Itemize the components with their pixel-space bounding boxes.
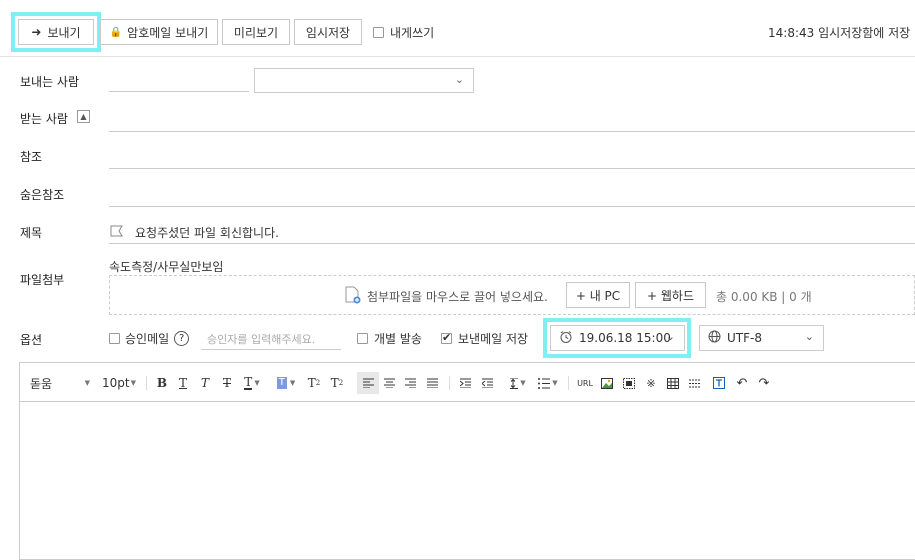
autosave-status: 14:8:43 임시저장함에 저장 [768,26,911,40]
outdent-icon[interactable] [479,374,495,392]
checkmark-icon: ✔ [442,331,452,344]
preview-button[interactable]: 미리보기 [222,19,290,45]
sender-label: 보내는 사람 [20,75,80,89]
align-center-icon[interactable] [381,374,397,392]
attach-drop-hint: 첨부파일을 마우스로 끌어 넣으세요. [367,290,548,304]
special-char-icon[interactable]: ※ [643,374,659,392]
recipient-input[interactable] [109,131,915,132]
individual-send-toggle[interactable]: 개별 발송 [357,330,422,347]
recipient-label: 받는 사람 [20,112,68,126]
strikethrough-icon[interactable]: T [219,374,235,392]
subject-label: 제목 [20,226,43,240]
chevron-up-icon: ▲ [80,112,87,121]
secure-send-button[interactable]: 🔒 암호메일 보내기 [100,19,218,45]
italic-icon[interactable]: T [197,374,213,392]
attach-pc-button[interactable]: + 내 PC [566,282,630,308]
toolbar-separator [146,376,147,390]
undo-icon[interactable]: ↶ [734,374,750,392]
individual-send-checkbox[interactable] [357,333,368,344]
subject-underline [109,243,915,244]
font-size-value: 10pt [102,376,130,390]
save-sent-checkbox[interactable]: ✔ [441,331,452,344]
approver-input[interactable]: 승인자를 입력해주세요. [201,327,341,350]
toolbar-divider [0,56,915,57]
horizontal-rule-icon[interactable] [687,374,703,392]
encoding-select[interactable]: UTF-8 ⌄ [699,325,824,351]
align-left-icon[interactable] [357,372,379,394]
bcc-input[interactable] [109,206,915,207]
save-sent-label: 보낸메일 저장 [458,332,529,346]
url-link-button[interactable]: URL [575,374,595,392]
indent-icon[interactable] [457,374,473,392]
attach-file-name: 속도측정/사무실만보임 [109,260,224,274]
approval-toggle[interactable]: 승인메일 ? [109,330,190,347]
subject-input[interactable]: 요청주셨던 파일 회신합니다. [135,224,279,241]
list-icon[interactable]: ▼ [535,374,561,392]
font-size-select[interactable]: 10pt ▼ [102,374,138,392]
save-sent-toggle[interactable]: ✔ 보낸메일 저장 [441,330,528,347]
sender-name-input[interactable] [109,91,249,92]
text-box-icon[interactable] [711,374,727,392]
align-justify-icon[interactable] [424,374,440,392]
redo-icon[interactable]: ↷ [756,374,772,392]
encoding-value: UTF-8 [727,331,762,345]
chevron-down-icon: ⌄ [454,73,464,86]
bold-icon[interactable]: B [154,374,170,392]
editor-body[interactable] [20,402,915,560]
font-color-icon[interactable]: T ▼ [240,374,264,392]
align-right-icon[interactable] [402,374,418,392]
temp-save-button[interactable]: 임시저장 [294,19,362,45]
secure-send-label: 암호메일 보내기 [127,25,209,40]
sender-address-select[interactable]: ⌄ [254,68,474,93]
attach-label: 파일첨부 [20,273,65,287]
attach-webhard-button[interactable]: + 웹하드 [635,282,706,308]
options-label: 옵션 [20,333,43,347]
send-button-highlight [11,12,101,52]
font-family-value: 돋움 [30,376,53,391]
table-icon[interactable] [665,374,681,392]
flag-icon[interactable] [110,225,124,240]
recipient-collapse-button[interactable]: ▲ [77,110,90,123]
chevron-down-icon: ⌄ [804,330,814,343]
font-family-select[interactable]: 돋움 ▼ [30,374,94,392]
toolbar-separator [449,376,450,390]
schedule-highlight [543,318,691,358]
line-height-icon[interactable]: ▼ [503,374,529,392]
approval-label: 승인메일 [125,332,170,346]
attach-total: 총 0.00 KB | 0 개 [716,290,812,304]
image-icon[interactable] [599,374,615,392]
to-me-toggle[interactable]: 내게쓰기 [373,24,434,41]
preview-label: 미리보기 [233,25,279,40]
individual-send-label: 개별 발송 [374,332,422,346]
bcc-label: 숨은참조 [20,188,65,202]
background-color-icon[interactable]: T ▼ [273,374,299,392]
caret-down-icon: ▼ [84,379,90,387]
caret-down-icon: ▼ [130,379,136,387]
approval-checkbox[interactable] [109,333,120,344]
temp-save-label: 임시저장 [305,25,351,40]
underline-icon[interactable]: T [175,374,191,392]
media-icon[interactable] [621,374,637,392]
lock-icon: 🔒 [109,26,123,38]
toolbar-separator [568,376,569,390]
attach-file-icon [345,286,361,307]
cc-label: 참조 [20,150,43,164]
subscript-icon[interactable]: T2 [328,374,346,392]
to-me-checkbox[interactable] [373,27,384,38]
to-me-label: 내게쓰기 [390,26,435,40]
approver-placeholder: 승인자를 입력해주세요. [207,333,316,346]
globe-icon [708,330,721,346]
cc-input[interactable] [109,168,915,169]
superscript-icon[interactable]: T2 [305,374,323,392]
help-icon[interactable]: ? [174,331,190,346]
